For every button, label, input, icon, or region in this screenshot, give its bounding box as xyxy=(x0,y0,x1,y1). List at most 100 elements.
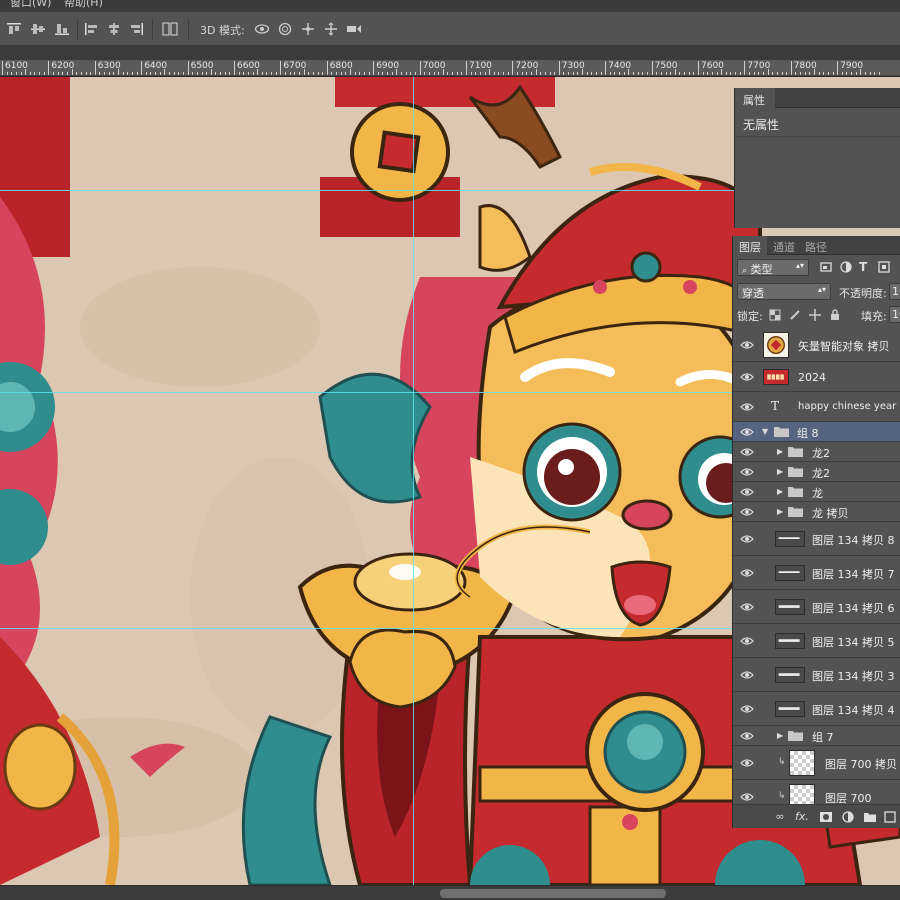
visibility-eye-icon[interactable] xyxy=(740,602,754,612)
filter-adjustment-icon[interactable] xyxy=(839,260,853,274)
visibility-eye-icon[interactable] xyxy=(740,487,754,497)
visibility-eye-icon[interactable] xyxy=(740,447,754,457)
ruler-tick xyxy=(280,61,282,75)
distribute-icon[interactable] xyxy=(162,22,178,36)
layer-name[interactable]: 组 8 xyxy=(797,425,819,441)
layer-row-2024[interactable]: 2024 xyxy=(733,362,900,392)
layer-row[interactable]: 图层 134 拷贝 3 xyxy=(733,658,900,692)
layer-name[interactable]: 图层 134 拷贝 7 xyxy=(812,566,894,582)
visibility-eye-icon[interactable] xyxy=(740,340,754,350)
layer-row-group-long[interactable]: ▶ 龙 xyxy=(733,482,900,502)
horizontal-scrollbar[interactable] xyxy=(0,885,900,900)
layer-name[interactable]: 2024 xyxy=(798,371,826,384)
menu-help[interactable]: 帮助(H) xyxy=(64,0,103,10)
visibility-eye-icon[interactable] xyxy=(740,731,754,741)
layer-name[interactable]: 图层 134 拷贝 3 xyxy=(812,668,894,684)
expand-triangle-icon[interactable]: ▶ xyxy=(777,507,783,516)
expand-triangle-icon[interactable]: ▶ xyxy=(777,731,783,740)
align-vcenter-icon[interactable] xyxy=(30,22,46,36)
filter-pixel-icon[interactable] xyxy=(819,260,833,274)
layer-name[interactable]: 图层 134 拷贝 5 xyxy=(812,634,894,650)
layer-row[interactable]: 图层 134 拷贝 8 xyxy=(733,522,900,556)
pan-3d-icon[interactable] xyxy=(300,22,316,36)
scrollbar-thumb[interactable] xyxy=(440,889,666,898)
layer-name[interactable]: 矢量智能对象 拷贝 xyxy=(798,338,890,354)
layer-name[interactable]: 龙2 xyxy=(812,465,830,481)
visibility-eye-icon[interactable] xyxy=(740,792,754,802)
layer-name[interactable]: happy chinese year xyxy=(798,401,896,412)
visibility-eye-icon[interactable] xyxy=(740,372,754,382)
layer-name[interactable]: 图层 134 拷贝 6 xyxy=(812,600,894,616)
tab-channels[interactable]: 通道 xyxy=(767,236,801,255)
layer-name[interactable]: 图层 134 拷贝 4 xyxy=(812,702,894,718)
filter-type-icon[interactable]: T xyxy=(859,260,873,274)
lock-pixels-icon[interactable] xyxy=(789,309,801,321)
fx-icon[interactable]: fx. xyxy=(795,810,809,824)
layer-row-group-long-copy[interactable]: ▶ 龙 拷贝 xyxy=(733,502,900,522)
adjustment-layer-icon[interactable] xyxy=(841,810,855,824)
align-bottom-icon[interactable] xyxy=(54,22,70,36)
layer-name[interactable]: 组 7 xyxy=(812,729,834,745)
layer-row-clipped[interactable]: ↳ 图层 700 拷贝 xyxy=(733,746,900,780)
layer-name[interactable]: 图层 700 拷贝 xyxy=(825,756,897,772)
roll-3d-icon[interactable] xyxy=(277,22,293,36)
link-layers-icon[interactable]: ∞ xyxy=(773,810,787,824)
align-right-icon[interactable] xyxy=(128,22,144,36)
expand-triangle-icon[interactable]: ▶ xyxy=(777,487,783,496)
layer-row-text[interactable]: T happy chinese year xyxy=(733,392,900,422)
fill-input[interactable]: 10 xyxy=(889,306,900,323)
visibility-eye-icon[interactable] xyxy=(740,670,754,680)
layer-row-group-7[interactable]: ▶ 组 7 xyxy=(733,726,900,746)
align-left-icon[interactable] xyxy=(84,22,100,36)
layer-row[interactable]: 图层 134 拷贝 6 xyxy=(733,590,900,624)
ruler-tick xyxy=(438,72,440,75)
new-group-icon[interactable] xyxy=(863,810,877,824)
layer-row[interactable]: 图层 134 拷贝 4 xyxy=(733,692,900,726)
expand-triangle-icon[interactable]: ▶ xyxy=(777,467,783,476)
visibility-eye-icon[interactable] xyxy=(740,534,754,544)
layer-row-group-8[interactable]: ▼ 组 8 xyxy=(733,422,900,442)
tab-paths[interactable]: 路径 xyxy=(799,236,833,255)
lock-position-icon[interactable] xyxy=(809,309,821,321)
menu-window[interactable]: 窗口(W) xyxy=(10,0,51,10)
visibility-eye-icon[interactable] xyxy=(740,507,754,517)
visibility-eye-icon[interactable] xyxy=(740,704,754,714)
align-hcenter-icon[interactable] xyxy=(106,22,122,36)
visibility-eye-icon[interactable] xyxy=(740,636,754,646)
visibility-eye-icon[interactable] xyxy=(740,758,754,768)
guide-vertical[interactable] xyxy=(413,77,414,885)
ruler-tick xyxy=(702,72,704,75)
add-mask-icon[interactable] xyxy=(819,810,833,824)
tab-properties[interactable]: 属性 xyxy=(735,88,775,108)
horizontal-ruler[interactable]: 6100 6200 6300 6400 6500 6600 6700 6800 6900 7000… xyxy=(0,60,900,76)
lock-all-icon[interactable] xyxy=(829,309,841,321)
visibility-eye-icon[interactable] xyxy=(740,568,754,578)
lock-transparency-icon[interactable] xyxy=(769,309,781,321)
visibility-eye-icon[interactable] xyxy=(740,467,754,477)
new-layer-icon[interactable] xyxy=(883,810,897,824)
scale-3d-icon[interactable] xyxy=(346,22,362,36)
visibility-eye-icon[interactable] xyxy=(740,402,754,412)
layer-name[interactable]: 龙 xyxy=(812,485,823,501)
expand-triangle-icon[interactable]: ▶ xyxy=(777,447,783,456)
align-top-icon[interactable] xyxy=(6,22,22,36)
layer-row[interactable]: 图层 134 拷贝 5 xyxy=(733,624,900,658)
expand-triangle-open-icon[interactable]: ▼ xyxy=(762,427,768,436)
filter-shape-icon[interactable] xyxy=(877,260,891,274)
layer-row-group-long2[interactable]: ▶ 龙2 xyxy=(733,442,900,462)
blend-mode-select[interactable]: 穿透 ▴▾ xyxy=(737,283,831,300)
layer-name[interactable]: 图层 134 拷贝 8 xyxy=(812,532,894,548)
slide-3d-icon[interactable] xyxy=(323,22,339,36)
layer-row-smart-object[interactable]: 矢量智能对象 拷贝 xyxy=(733,328,900,362)
ruler-tick xyxy=(387,72,389,75)
layer-name[interactable]: 龙2 xyxy=(812,445,830,461)
opacity-input[interactable]: 10 xyxy=(889,283,900,300)
orbit-3d-icon[interactable] xyxy=(254,22,270,36)
filter-kind-select[interactable]: ⌕ 类型 ▴▾ xyxy=(737,259,809,276)
layer-name[interactable]: 龙 拷贝 xyxy=(812,505,849,521)
tab-layers[interactable]: 图层 xyxy=(733,236,767,255)
layer-row-group-long2-b[interactable]: ▶ 龙2 xyxy=(733,462,900,482)
ruler-tick xyxy=(484,72,486,75)
visibility-eye-icon[interactable] xyxy=(740,427,754,437)
layer-row[interactable]: 图层 134 拷贝 7 xyxy=(733,556,900,590)
